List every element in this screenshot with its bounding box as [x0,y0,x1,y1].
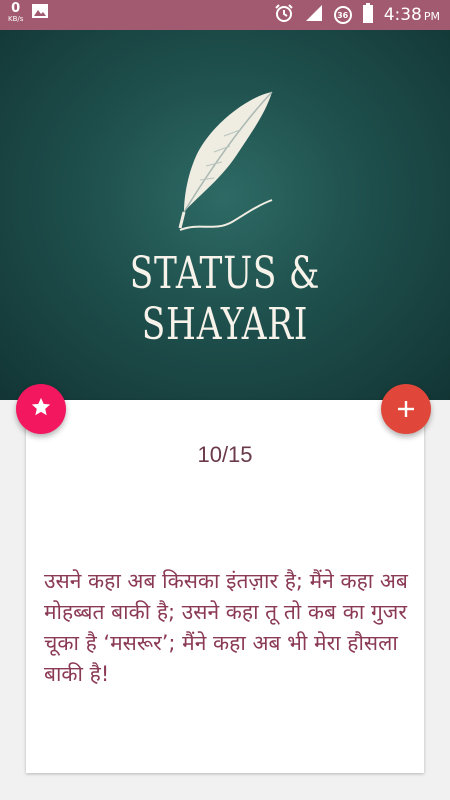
clock: 4:38 PM [384,5,440,25]
network-speed: 0 KB/s [8,2,23,23]
quote-card[interactable]: 10/15 उसने कहा अब किसका इंतज़ार है; मैंन… [26,400,424,773]
network-speed-unit: KB/s [8,15,24,23]
app-title: STATUS & SHAYARI [129,248,321,350]
clock-time: 4:38 [383,5,422,25]
page-counter: 10/15 [197,442,253,467]
add-button[interactable] [381,384,431,434]
plus-icon [396,392,416,427]
signal-icon [304,3,324,27]
battery-icon [362,3,374,27]
quote-text[interactable]: उसने कहा अब किसका इंतज़ार है; मैंने कहा … [44,566,410,690]
star-icon [30,396,52,422]
image-icon [31,3,49,23]
network-badge: 36 [333,6,352,24]
favorite-button[interactable] [16,384,66,434]
status-bar: 0 KB/s 36 4:38 PM [0,0,450,30]
header-banner: STATUS & SHAYARI [0,30,450,400]
network-speed-value: 0 [11,1,21,16]
clock-ampm: PM [423,10,440,23]
status-right: 36 4:38 PM [274,0,440,30]
status-left: 0 KB/s [8,2,49,23]
alarm-icon [274,3,294,27]
